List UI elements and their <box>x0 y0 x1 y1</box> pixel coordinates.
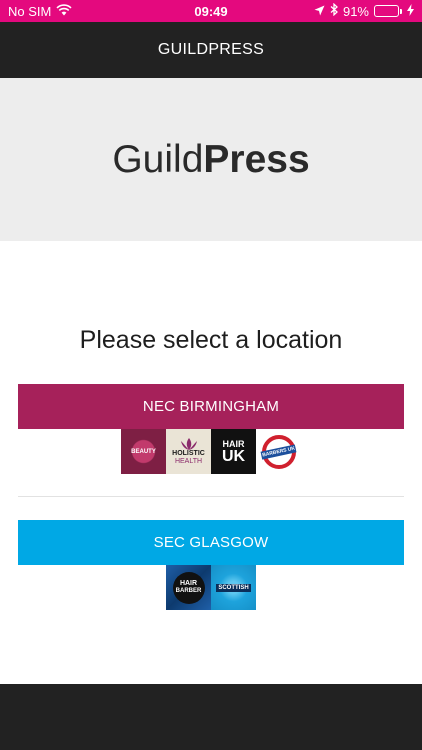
birmingham-logo-row: BEAUTY HOLISTIC HEALTH HAIR UK BARBERS U… <box>0 429 422 474</box>
battery-icon <box>374 5 402 17</box>
logo-text-bold: Press <box>203 137 310 181</box>
sec-glasgow-button[interactable]: SEC GLASGOW <box>18 520 404 565</box>
sec-glasgow-label: SEC GLASGOW <box>153 534 269 551</box>
nec-birmingham-label: NEC BIRMINGHAM <box>142 398 280 415</box>
carrier-label: No SIM <box>8 3 52 19</box>
section-divider <box>18 496 404 497</box>
scottish-logo: SCOTTISH <box>211 565 256 610</box>
location-arrow-icon <box>314 4 325 19</box>
hair-uk-logo: HAIR UK <box>211 429 256 474</box>
app-logo: GuildPress <box>112 138 309 182</box>
hero-banner: GuildPress <box>0 78 422 241</box>
barbers-uk-logo: BARBERS UK <box>256 429 301 474</box>
status-right: 91% <box>314 2 414 19</box>
bluetooth-icon <box>330 2 338 19</box>
footer-bar <box>0 684 422 750</box>
charging-bolt-icon <box>407 3 414 19</box>
status-left: No SIM <box>8 4 72 19</box>
nav-title: GUILDPRESS <box>157 41 265 58</box>
battery-percent: 91% <box>342 3 369 19</box>
beauty-uk-logo: BEAUTY <box>121 429 166 474</box>
wifi-icon <box>56 3 72 19</box>
nav-bar: GUILDPRESS <box>0 22 422 78</box>
nec-birmingham-button[interactable]: NEC BIRMINGHAM <box>18 384 404 429</box>
glasgow-logo-row: HAIR BARBER SCOTTISH <box>0 565 422 610</box>
lotus-icon <box>180 437 197 450</box>
hair-and-barber-logo: HAIR BARBER <box>166 565 211 610</box>
logo-text-light: Guild <box>112 137 204 181</box>
holistic-health-logo: HOLISTIC HEALTH <box>166 429 211 474</box>
page-prompt: Please select a location <box>79 326 343 354</box>
status-bar: No SIM 09:49 91% <box>0 0 422 22</box>
